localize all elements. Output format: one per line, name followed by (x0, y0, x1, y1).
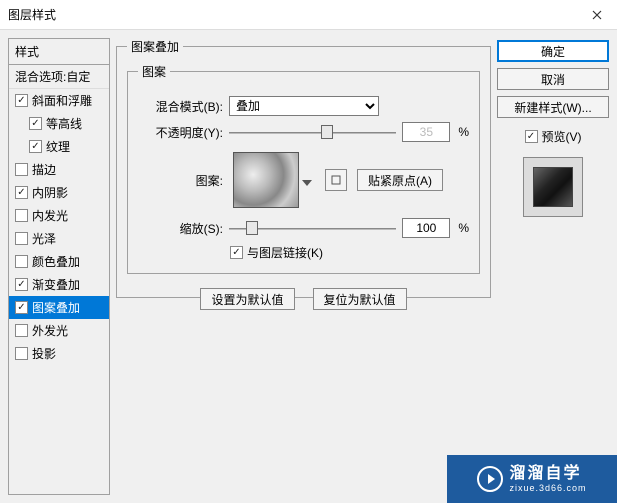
snap-origin-button[interactable]: 贴紧原点(A) (357, 169, 443, 191)
titlebar: 图层样式 (0, 0, 617, 30)
play-icon (477, 466, 503, 492)
style-checkbox[interactable] (15, 163, 28, 176)
watermark-sub: zixue.3d66.com (509, 483, 586, 494)
pattern-swatch[interactable] (233, 152, 299, 208)
inner-title: 图案 (138, 63, 170, 80)
watermark: 溜溜自学 zixue.3d66.com (447, 455, 617, 503)
preview-thumbnail (533, 167, 573, 207)
scale-row: 缩放(S): % (138, 218, 469, 238)
style-item-8[interactable]: 渐变叠加 (9, 273, 109, 296)
style-checkbox[interactable] (15, 255, 28, 268)
reset-default-button[interactable]: 复位为默认值 (313, 288, 407, 310)
opacity-unit: % (458, 125, 469, 139)
style-checkbox[interactable] (15, 209, 28, 222)
watermark-main: 溜溜自学 (509, 464, 586, 483)
pattern-overlay-group: 图案叠加 图案 混合模式(B): 叠加 不透明度(Y): % (116, 38, 491, 298)
style-item-11[interactable]: 投影 (9, 342, 109, 365)
opacity-label: 不透明度(Y): (138, 124, 223, 141)
style-item-6[interactable]: 光泽 (9, 227, 109, 250)
styles-panel: 样式 混合选项:自定 斜面和浮雕等高线纹理描边内阴影内发光光泽颜色叠加渐变叠加图… (8, 38, 110, 495)
style-item-label: 渐变叠加 (32, 276, 80, 293)
blend-options-row[interactable]: 混合选项:自定 (9, 65, 109, 89)
scale-input[interactable] (402, 218, 450, 238)
style-checkbox[interactable] (15, 324, 28, 337)
style-item-label: 内阴影 (32, 184, 68, 201)
blend-mode-row: 混合模式(B): 叠加 (138, 96, 469, 116)
style-item-0[interactable]: 斜面和浮雕 (9, 89, 109, 112)
style-item-5[interactable]: 内发光 (9, 204, 109, 227)
opacity-input[interactable] (402, 122, 450, 142)
right-panel: 确定 取消 新建样式(W)... 预览(V) (497, 38, 609, 495)
preview-row: 预览(V) (497, 128, 609, 145)
style-item-10[interactable]: 外发光 (9, 319, 109, 342)
style-item-9[interactable]: 图案叠加 (9, 296, 109, 319)
make-default-button[interactable]: 设置为默认值 (200, 288, 294, 310)
style-checkbox[interactable] (15, 94, 28, 107)
style-item-label: 投影 (32, 345, 56, 362)
style-checkbox[interactable] (29, 117, 42, 130)
opacity-row: 不透明度(Y): % (138, 122, 469, 142)
close-button[interactable] (577, 0, 617, 30)
style-item-label: 颜色叠加 (32, 253, 80, 270)
blend-mode-select[interactable]: 叠加 (229, 96, 379, 116)
ok-button[interactable]: 确定 (497, 40, 609, 62)
style-list: 斜面和浮雕等高线纹理描边内阴影内发光光泽颜色叠加渐变叠加图案叠加外发光投影 (9, 89, 109, 365)
style-item-label: 纹理 (46, 138, 70, 155)
scale-thumb[interactable] (246, 221, 258, 235)
opacity-thumb[interactable] (321, 125, 333, 139)
style-item-label: 内发光 (32, 207, 68, 224)
styles-header: 样式 (9, 39, 109, 65)
style-item-label: 斜面和浮雕 (32, 92, 92, 109)
style-checkbox[interactable] (15, 186, 28, 199)
center-panel: 图案叠加 图案 混合模式(B): 叠加 不透明度(Y): % (116, 38, 491, 495)
style-item-4[interactable]: 内阴影 (9, 181, 109, 204)
group-title: 图案叠加 (127, 38, 183, 55)
style-checkbox[interactable] (15, 232, 28, 245)
opacity-slider[interactable] (229, 123, 396, 141)
pattern-label: 图案: (138, 172, 223, 189)
preview-label: 预览(V) (542, 128, 582, 145)
style-item-label: 等高线 (46, 115, 82, 132)
style-item-2[interactable]: 纹理 (9, 135, 109, 158)
window-title: 图层样式 (8, 6, 56, 23)
default-buttons-row: 设置为默认值 复位为默认值 (127, 288, 480, 310)
scale-label: 缩放(S): (138, 220, 223, 237)
link-row: 与图层链接(K) (230, 244, 469, 261)
style-checkbox[interactable] (15, 278, 28, 291)
style-item-label: 描边 (32, 161, 56, 178)
style-item-label: 外发光 (32, 322, 68, 339)
preview-checkbox[interactable] (525, 130, 538, 143)
cancel-button[interactable]: 取消 (497, 68, 609, 90)
pattern-row: 图案: 贴紧原点(A) (138, 152, 469, 208)
style-checkbox[interactable] (15, 347, 28, 360)
style-item-3[interactable]: 描边 (9, 158, 109, 181)
new-style-button[interactable]: 新建样式(W)... (497, 96, 609, 118)
dialog-body: 样式 混合选项:自定 斜面和浮雕等高线纹理描边内阴影内发光光泽颜色叠加渐变叠加图… (0, 30, 617, 503)
scale-slider[interactable] (229, 219, 396, 237)
preview-box (523, 157, 583, 217)
pattern-group: 图案 混合模式(B): 叠加 不透明度(Y): % (127, 63, 480, 274)
blend-mode-label: 混合模式(B): (138, 98, 223, 115)
new-preset-button[interactable] (325, 169, 347, 191)
style-item-label: 光泽 (32, 230, 56, 247)
style-checkbox[interactable] (29, 140, 42, 153)
new-preset-icon (330, 174, 342, 186)
close-icon (592, 10, 602, 20)
link-checkbox[interactable] (230, 246, 243, 259)
style-item-label: 图案叠加 (32, 299, 80, 316)
style-item-7[interactable]: 颜色叠加 (9, 250, 109, 273)
style-checkbox[interactable] (15, 301, 28, 314)
style-item-1[interactable]: 等高线 (9, 112, 109, 135)
scale-unit: % (458, 221, 469, 235)
link-label: 与图层链接(K) (247, 244, 323, 261)
